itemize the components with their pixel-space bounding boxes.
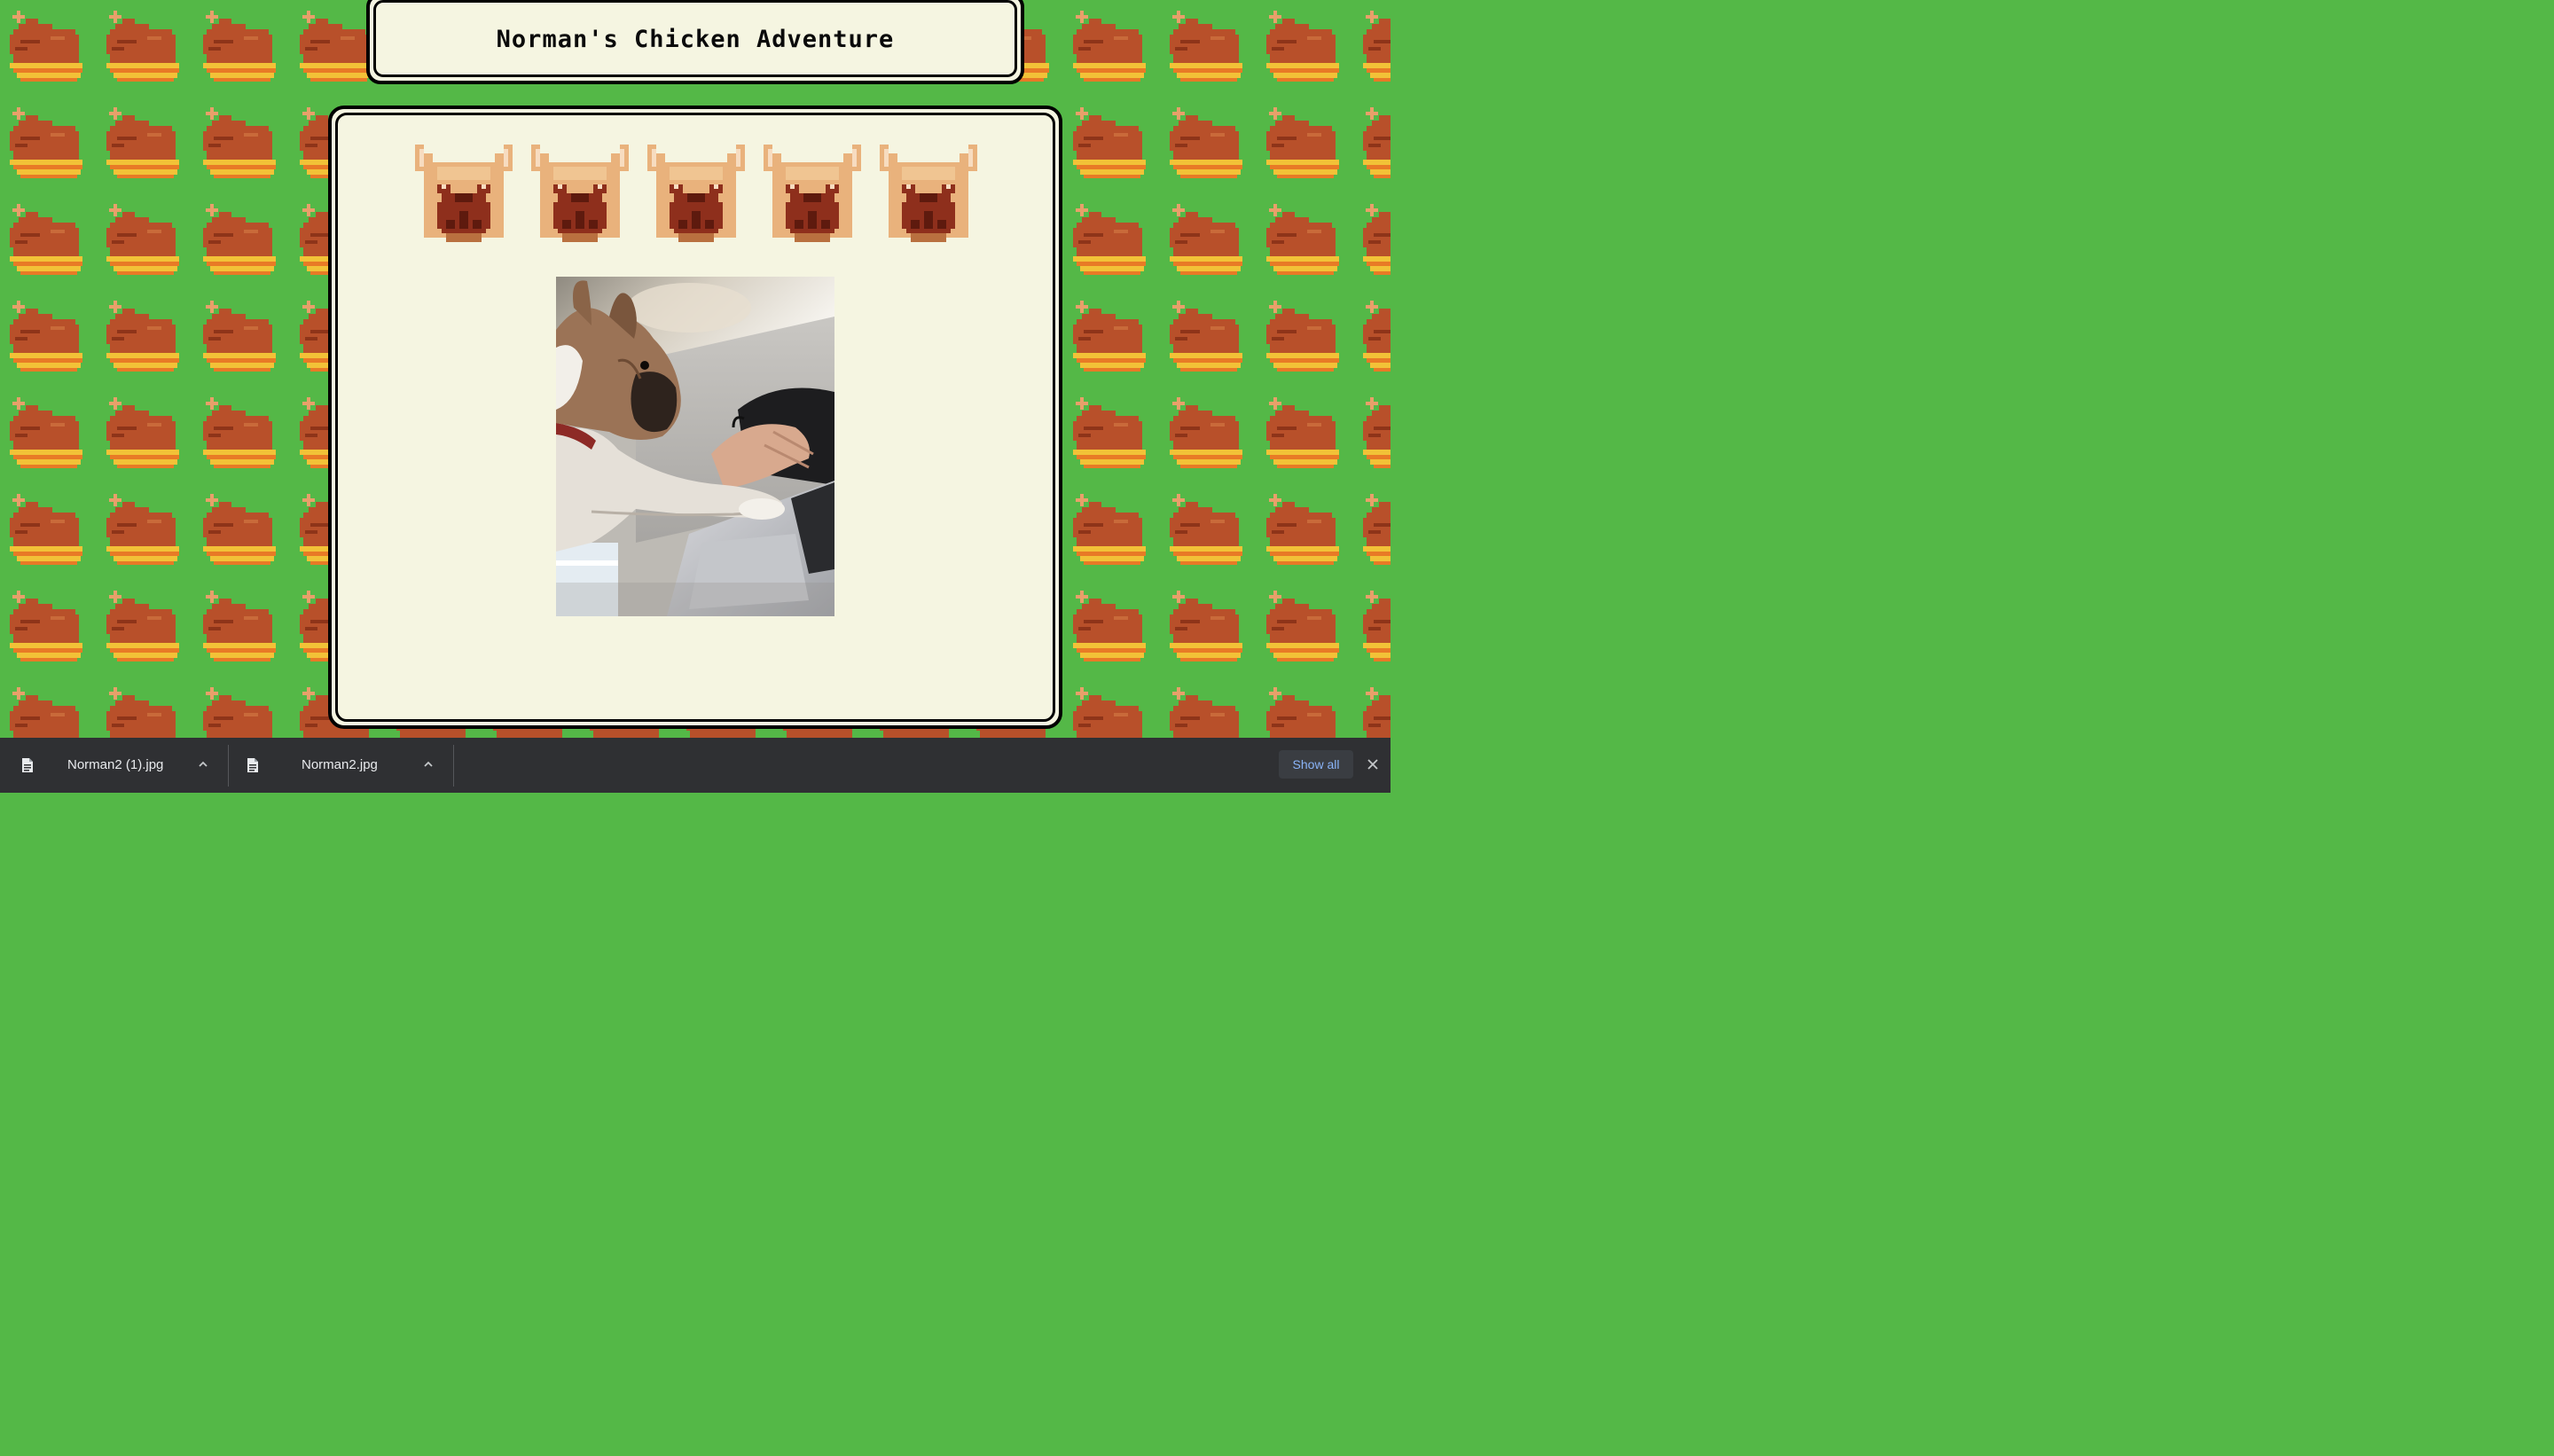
pixel-bulldog-face-icon bbox=[647, 145, 745, 242]
close-icon[interactable] bbox=[1364, 755, 1382, 773]
pixel-bulldog-face-icon bbox=[415, 145, 513, 242]
download-item[interactable]: Norman2.jpg bbox=[225, 738, 450, 793]
download-file-name: Norman2.jpg bbox=[302, 757, 378, 772]
download-file-name: Norman2 (1).jpg bbox=[67, 757, 164, 772]
chevron-up-icon[interactable] bbox=[422, 758, 435, 771]
file-icon bbox=[247, 758, 258, 772]
shelf-divider bbox=[453, 745, 454, 787]
pixel-bulldog-face-icon bbox=[531, 145, 629, 242]
game-panel bbox=[328, 106, 1062, 729]
downloads-shelf: Norman2 (1).jpg Norman2.jpg bbox=[0, 738, 1391, 793]
title-banner: Norman's Chicken Adventure bbox=[366, 0, 1024, 84]
lives-row bbox=[415, 145, 977, 242]
pixel-bulldog-face-icon bbox=[880, 145, 977, 242]
file-icon bbox=[22, 758, 33, 772]
pixel-bulldog-face-icon bbox=[764, 145, 861, 242]
show-all-button[interactable]: Show all bbox=[1279, 750, 1353, 779]
chevron-up-icon[interactable] bbox=[197, 758, 209, 771]
dog-at-laptop-illustration bbox=[556, 277, 834, 616]
download-item[interactable]: Norman2 (1).jpg bbox=[0, 738, 225, 793]
dog-photo bbox=[556, 277, 834, 616]
page-title: Norman's Chicken Adventure bbox=[496, 26, 895, 53]
